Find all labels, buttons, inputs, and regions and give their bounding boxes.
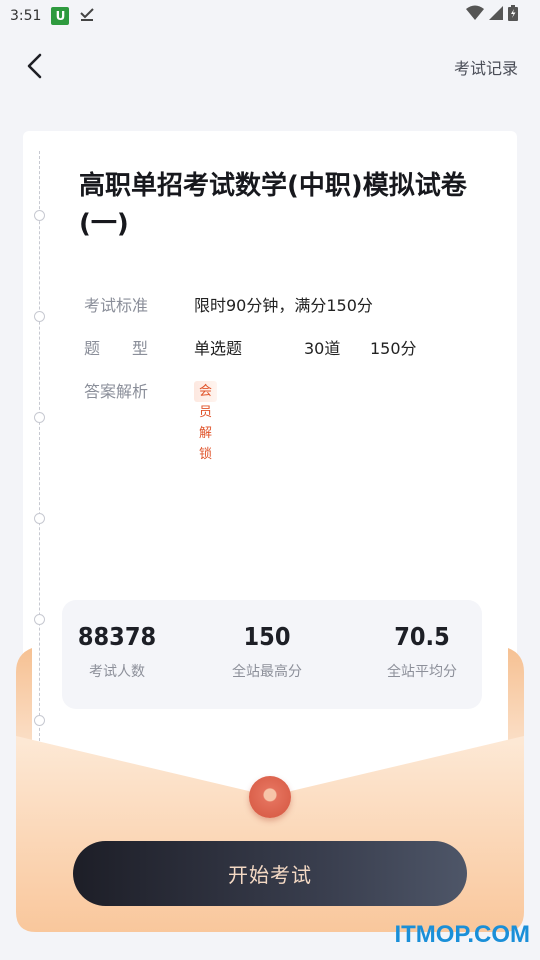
question-type-label: 题 型 [84, 339, 149, 358]
nav-bar: 考试记录 [0, 40, 540, 92]
status-bar: 3:51 U [0, 0, 540, 32]
wifi-icon [466, 5, 484, 25]
vip-unlock-badge[interactable]: 会员解锁 [194, 381, 218, 462]
exam-title: 高职单招考试数学(中职)模拟试卷(一) [79, 171, 467, 239]
exam-record-link[interactable]: 考试记录 [454, 55, 518, 79]
cellular-signal-icon [488, 5, 504, 25]
watermark: ITMOP.COM [394, 921, 530, 948]
back-button[interactable] [22, 50, 50, 82]
envelope-seal [249, 776, 291, 818]
timeline-dot [34, 210, 45, 221]
question-type-name: 单选题 [194, 339, 243, 358]
timeline-dot [34, 412, 45, 423]
question-score: 150分 [370, 339, 417, 358]
timeline-dot [34, 614, 45, 625]
timeline-dot [34, 513, 45, 524]
status-time: 3:51 [10, 8, 42, 24]
download-done-icon [79, 6, 95, 26]
start-exam-button[interactable]: 开始考试 [73, 841, 467, 906]
answer-analysis-label: 答案解析 [84, 382, 149, 401]
exam-standard-label: 考试标准 [84, 296, 149, 315]
battery-icon [508, 5, 518, 25]
chevron-left-icon [27, 53, 42, 79]
question-count: 30道 [304, 339, 341, 358]
notification-app-icon: U [51, 7, 70, 25]
timeline-dot [34, 311, 45, 322]
exam-standard-value: 限时90分钟，满分150分 [194, 296, 373, 315]
status-right-icons [466, 5, 518, 25]
